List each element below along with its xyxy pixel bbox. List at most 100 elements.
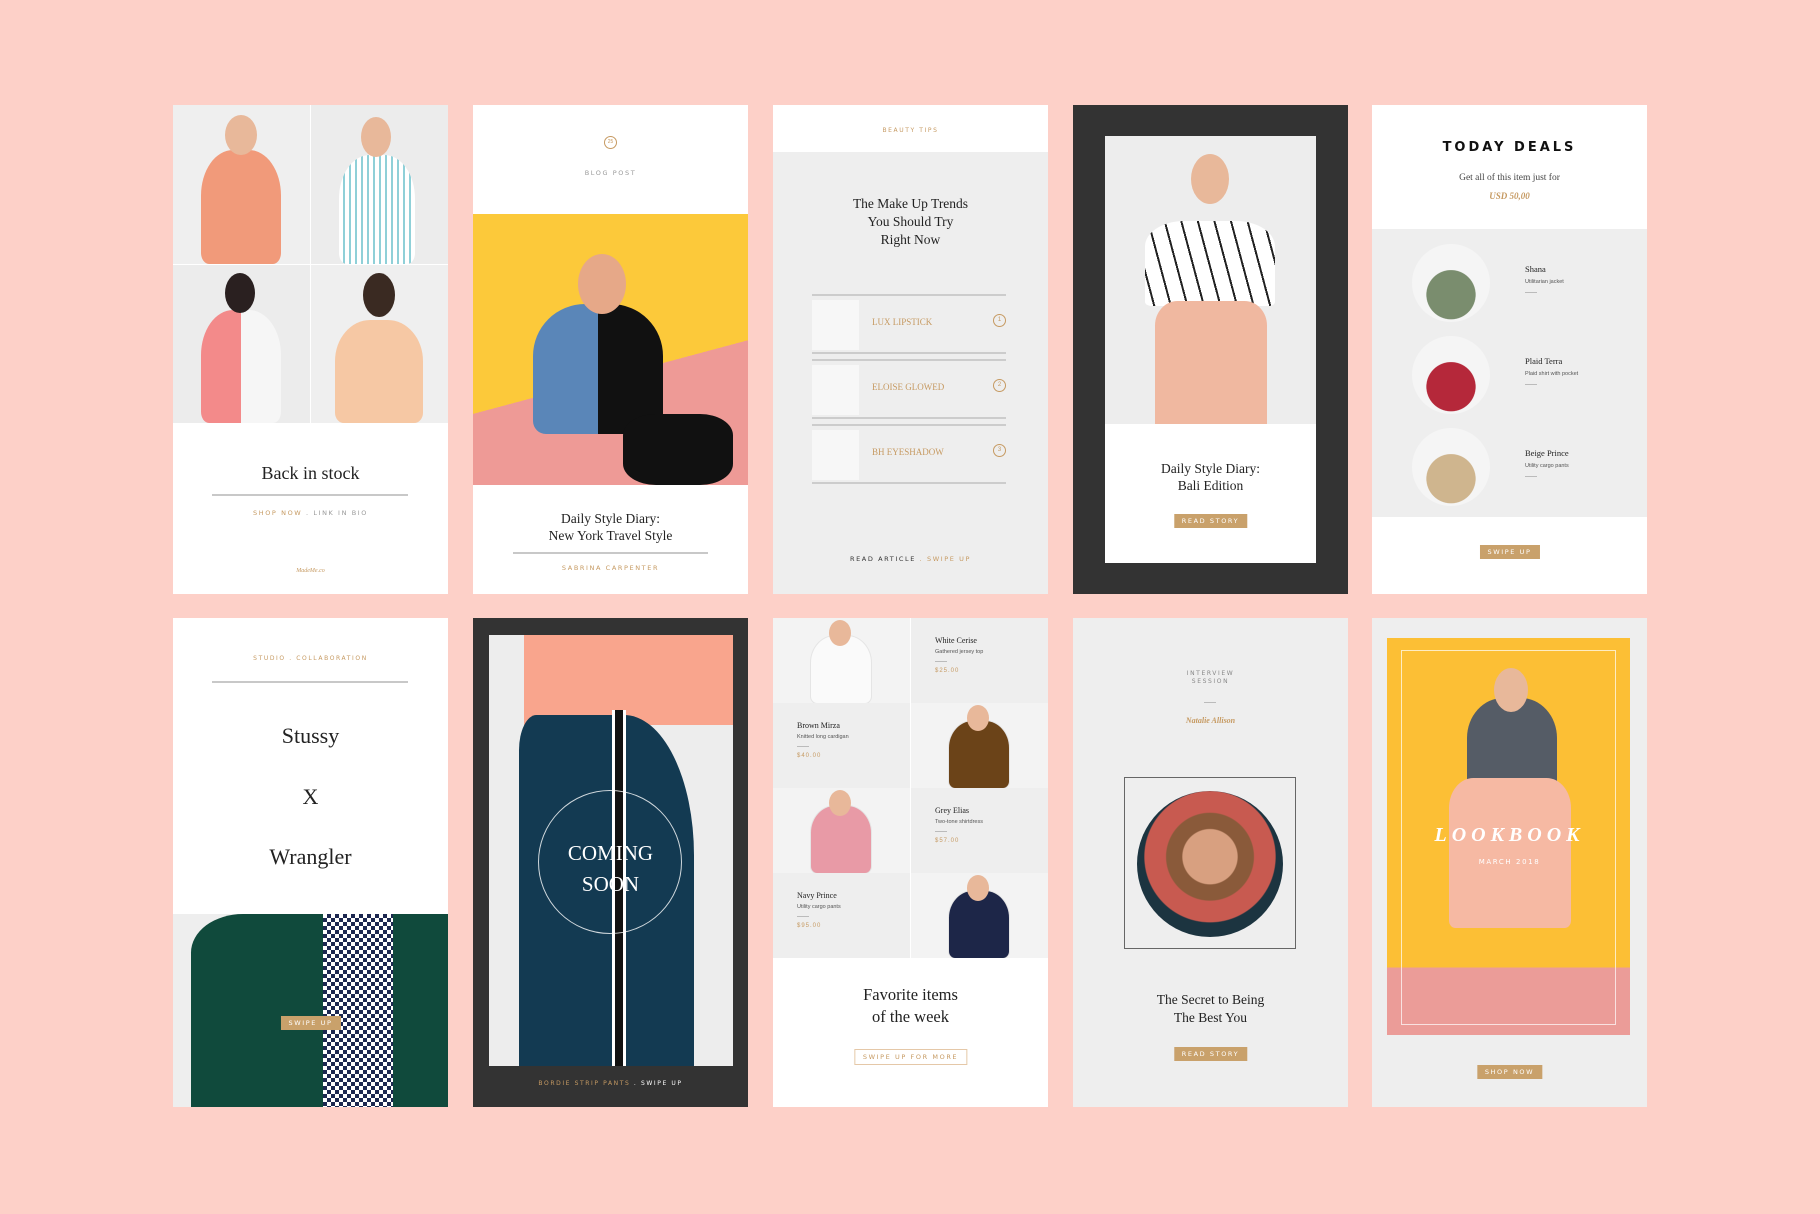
swipe-up-link[interactable]: SWIPE UP [641, 1080, 683, 1087]
product-thumbnail [812, 430, 859, 480]
footer-link[interactable]: BORDIE STRIP PANTS . SWIPE UP [473, 1080, 748, 1087]
title-line: The Make Up Trends [852, 196, 969, 211]
item-name: White Cerise [935, 636, 977, 645]
divider [1204, 702, 1216, 703]
item-desc: Knitted long cardigan [797, 734, 849, 740]
product-name: BORDIE STRIP PANTS [538, 1080, 631, 1087]
read-article-link[interactable]: READ ARTICLE [850, 555, 916, 563]
divider [513, 552, 708, 554]
category-label: STUDIO . COLLABORATION [253, 655, 368, 662]
brand-logo: MadeMe.co [296, 568, 325, 574]
list-item[interactable]: ELOISE GLOWED 2 [812, 359, 1006, 419]
product-photo [911, 703, 1048, 788]
item-price: $40.00 [797, 753, 822, 759]
story-favorites[interactable]: White Cerise Gathered jersey top $25.00 … [773, 618, 1048, 1107]
collab-x: X [302, 784, 319, 809]
title-line: Daily Style Diary: [561, 511, 660, 526]
story-title: Daily Style Diary: New York Travel Style [473, 510, 748, 544]
brand-name: Wrangler [269, 844, 352, 869]
swipe-up-button[interactable]: SWIPE UP [1479, 545, 1540, 559]
story-title: LOOKBOOK [1434, 824, 1585, 846]
list-item[interactable]: Shana Utilitarian jacket [1372, 244, 1647, 324]
product-photo [311, 105, 448, 264]
story-bali-edition[interactable]: Daily Style Diary: Bali Edition READ STOR… [1073, 105, 1348, 594]
item-number: 2 [993, 379, 1006, 392]
story-back-in-stock[interactable]: Back in stock SHOP NOW . LINK IN BIO Mad… [173, 105, 448, 594]
divider [797, 746, 809, 747]
swipe-up-link[interactable]: SWIPE UP [927, 555, 971, 563]
list-item[interactable]: Beige Prince Utility cargo pants [1372, 428, 1647, 508]
title-line: Right Now [880, 232, 941, 247]
brand-name: Stussy [281, 723, 340, 748]
item-name: Plaid Terra [1525, 356, 1563, 366]
list-item[interactable]: Navy Prince Utility cargo pants $95.00 [773, 873, 910, 958]
product-thumbnail [812, 300, 859, 350]
read-story-button[interactable]: READ STORY [1173, 1047, 1248, 1061]
item-name: BH EYESHADOW [872, 447, 944, 457]
separator: . [915, 555, 927, 563]
separator: . [630, 1080, 641, 1087]
story-today-deals[interactable]: TODAY DEALS Get all of this item just fo… [1372, 105, 1647, 594]
interviewee-name: Natalie Allison [1185, 716, 1236, 725]
item-name: Grey Elias [935, 806, 969, 815]
category-label: BEAUTY TIPS [882, 127, 939, 134]
story-title: Daily Style Diary: Bali Edition [1105, 460, 1316, 494]
title-line: SOON [581, 872, 640, 896]
item-desc: Plaid shirt with pocket [1525, 371, 1579, 377]
product-thumbnail [812, 365, 859, 415]
shop-now-link[interactable]: SHOP NOW [253, 509, 302, 517]
product-photo [173, 105, 310, 264]
story-coming-soon[interactable]: COMING SOON BORDIE STRIP PANTS . SWIPE UP [473, 618, 748, 1107]
category-label: INTERVIEW SESSION [1073, 670, 1348, 686]
deals-list: Shana Utilitarian jacket Plaid Terra Pla… [1372, 229, 1647, 517]
item-name: Beige Prince [1525, 448, 1569, 458]
product-photo [311, 265, 448, 423]
story-collaboration[interactable]: STUDIO . COLLABORATION Stussy X Wrangler… [173, 618, 448, 1107]
label-line: SESSION [1191, 678, 1230, 685]
story-blog-post[interactable]: 25 BLOG POST Daily Style Diary: New York … [473, 105, 748, 594]
item-name: Navy Prince [797, 891, 837, 900]
item-desc: Utilitarian jacket [1525, 279, 1564, 285]
list-item[interactable]: White Cerise Gathered jersey top $25.00 [911, 618, 1048, 703]
shop-now-button[interactable]: SHOP NOW [1476, 1065, 1543, 1079]
product-photo [1412, 336, 1490, 414]
list-item[interactable]: BH EYESHADOW 3 [812, 424, 1006, 484]
product-photo [173, 265, 310, 423]
list-item[interactable]: LUX LIPSTICK 1 [812, 294, 1006, 354]
list-item[interactable]: Brown Mirza Knitted long cardigan $40.00 [773, 703, 910, 788]
date-label: MARCH 2018 [1478, 858, 1541, 866]
item-name: Brown Mirza [797, 721, 840, 730]
list-item[interactable]: Grey Elias Two-tone shirtdress $57.00 [911, 788, 1048, 873]
author: SABRINA CARPENTER [561, 564, 660, 572]
title-line: Favorite items [863, 985, 958, 1004]
price: USD 50,00 [1489, 191, 1530, 201]
read-story-button[interactable]: READ STORY [1173, 514, 1248, 528]
separator: . [302, 509, 314, 517]
footer-link[interactable]: READ ARTICLE . SWIPE UP [773, 555, 1048, 563]
category-label: BLOG POST [584, 169, 637, 177]
divider [212, 681, 408, 683]
story-lookbook[interactable]: LOOKBOOK MARCH 2018 SHOP NOW [1372, 618, 1647, 1107]
divider [1525, 476, 1537, 477]
list-item[interactable]: Plaid Terra Plaid shirt with pocket [1372, 336, 1647, 416]
story-title: Favorite items of the week [773, 984, 1048, 1028]
story-link[interactable]: SHOP NOW . LINK IN BIO [173, 509, 448, 517]
hero-photo [473, 214, 748, 485]
swipe-up-for-more-button[interactable]: SWIPE UP FOR MORE [853, 1049, 968, 1065]
item-desc: Gathered jersey top [935, 649, 984, 655]
subtitle: Get all of this item just for [1459, 173, 1560, 183]
story-interview[interactable]: INTERVIEW SESSION Natalie Allison The Sec… [1073, 618, 1348, 1107]
item-price: $95.00 [797, 923, 822, 929]
portrait-photo [1137, 791, 1283, 937]
divider [935, 661, 947, 662]
product-photo [773, 618, 910, 703]
story-beauty-tips[interactable]: BEAUTY TIPS The Make Up Trends You Should… [773, 105, 1048, 594]
coming-soon-text: COMING SOON [473, 838, 748, 900]
title-line: The Best You [1173, 1010, 1248, 1025]
item-price: $57.00 [935, 838, 960, 844]
swipe-up-button[interactable]: SWIPE UP [280, 1016, 341, 1030]
item-desc: Utility cargo pants [1525, 463, 1569, 469]
item-name: LUX LIPSTICK [872, 317, 933, 327]
item-number: 1 [993, 314, 1006, 327]
link-in-bio[interactable]: LINK IN BIO [313, 509, 368, 517]
